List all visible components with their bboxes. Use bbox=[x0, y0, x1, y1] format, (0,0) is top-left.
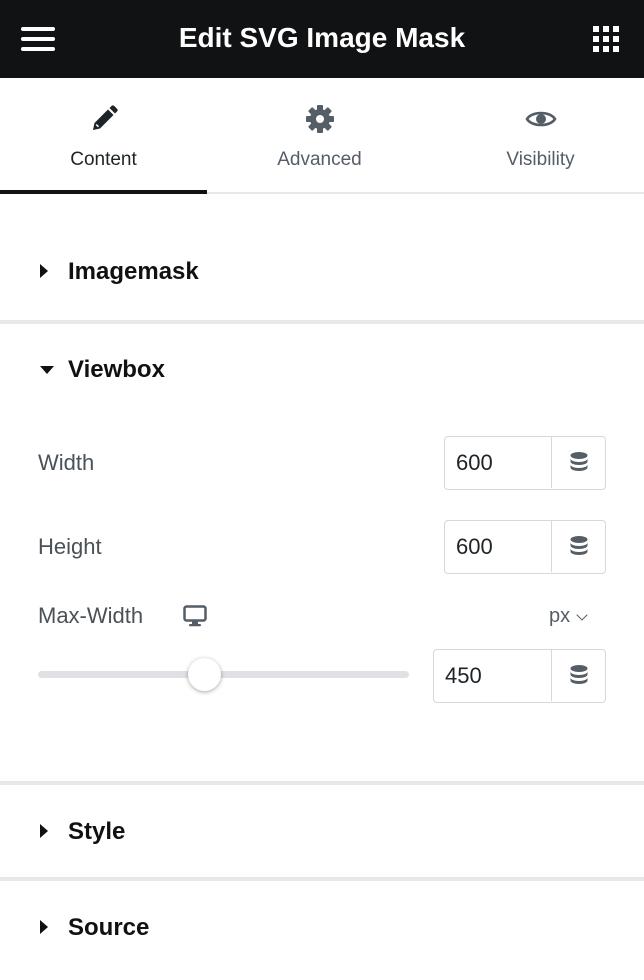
apps-grid-icon[interactable] bbox=[593, 26, 619, 52]
desktop-icon[interactable] bbox=[183, 605, 207, 627]
panel-title: Edit SVG Image Mask bbox=[178, 22, 466, 53]
section-imagemask-title: Imagemask bbox=[68, 258, 199, 285]
tab-content-label: Content bbox=[70, 149, 137, 170]
section-source-title: Source bbox=[68, 914, 150, 941]
dynamic-tags-button[interactable] bbox=[551, 650, 605, 701]
database-icon bbox=[570, 452, 588, 471]
eye-icon bbox=[524, 111, 557, 127]
width-label: Width bbox=[38, 450, 95, 475]
tab-advanced-label: Advanced bbox=[277, 149, 362, 170]
max-width-input[interactable]: 450 bbox=[433, 649, 606, 703]
section-style-title: Style bbox=[68, 818, 126, 845]
panel-tabs: Content Advanced Visibility bbox=[0, 78, 644, 194]
chevron-down-icon bbox=[576, 609, 588, 621]
height-input[interactable]: 600 bbox=[444, 520, 606, 574]
section-source[interactable]: Source bbox=[0, 900, 644, 956]
caret-down-icon bbox=[40, 366, 54, 374]
tab-visibility-label: Visibility bbox=[506, 149, 575, 170]
section-divider bbox=[0, 320, 644, 324]
slider-handle[interactable] bbox=[188, 658, 221, 691]
section-divider bbox=[0, 781, 644, 785]
dynamic-tags-button[interactable] bbox=[551, 437, 605, 488]
max-width-label: Max-Width bbox=[38, 603, 144, 628]
pencil-icon bbox=[92, 105, 118, 130]
section-divider bbox=[0, 877, 644, 881]
section-imagemask[interactable]: Imagemask bbox=[0, 244, 644, 300]
unit-value: px bbox=[549, 605, 571, 627]
max-width-slider[interactable] bbox=[38, 671, 409, 678]
section-viewbox-title: Viewbox bbox=[68, 356, 165, 383]
height-label: Height bbox=[38, 534, 102, 559]
caret-right-icon bbox=[40, 824, 48, 838]
section-style[interactable]: Style bbox=[0, 804, 644, 860]
width-value: 600 bbox=[456, 450, 493, 475]
top-bar: Edit SVG Image Mask bbox=[0, 0, 644, 78]
width-input[interactable]: 600 bbox=[444, 436, 606, 490]
height-value: 600 bbox=[456, 534, 493, 559]
unit-selector[interactable]: px bbox=[549, 604, 588, 628]
caret-right-icon bbox=[40, 264, 48, 278]
active-tab-indicator bbox=[0, 190, 207, 194]
section-viewbox[interactable]: Viewbox bbox=[0, 342, 644, 398]
database-icon bbox=[570, 665, 588, 684]
database-icon bbox=[570, 536, 588, 555]
gear-icon bbox=[305, 105, 334, 133]
caret-right-icon bbox=[40, 920, 48, 934]
tab-content[interactable]: Content bbox=[0, 78, 207, 194]
dynamic-tags-button[interactable] bbox=[551, 521, 605, 572]
tab-visibility[interactable]: Visibility bbox=[437, 78, 644, 192]
tab-advanced[interactable]: Advanced bbox=[216, 78, 423, 192]
max-width-value: 450 bbox=[445, 663, 482, 688]
